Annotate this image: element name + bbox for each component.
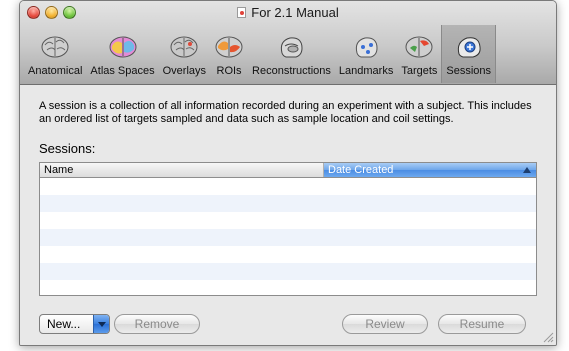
review-button[interactable]: Review xyxy=(342,314,428,334)
tab-overlays-label: Overlays xyxy=(162,65,207,77)
tab-anatomical-label: Anatomical xyxy=(28,65,83,77)
sessions-description: A session is a collection of all informa… xyxy=(39,100,532,125)
table-row[interactable] xyxy=(40,195,536,212)
sessions-table[interactable]: Name Date Created xyxy=(39,162,537,296)
sessions-pane: A session is a collection of all informa… xyxy=(20,86,556,345)
tab-targets[interactable]: Targets xyxy=(397,25,441,83)
titlebar: For 2.1 Manual Anatomical Atlas Spaces O… xyxy=(20,1,556,85)
head-reconstruction-icon xyxy=(281,37,303,58)
chevron-down-icon[interactable] xyxy=(93,315,109,333)
tab-rois[interactable]: ROIs xyxy=(210,25,248,83)
tab-landmarks-label: Landmarks xyxy=(338,65,394,77)
brain-colored-icon xyxy=(109,36,137,58)
resume-button[interactable]: Resume xyxy=(438,314,526,334)
sessions-icon xyxy=(457,37,481,58)
head-landmarks-icon xyxy=(355,37,378,58)
resize-grip-icon[interactable] xyxy=(543,332,554,343)
tab-sessions-label: Sessions xyxy=(446,65,492,77)
table-row[interactable] xyxy=(40,246,536,263)
tab-targets-label: Targets xyxy=(401,65,438,77)
table-row[interactable] xyxy=(40,263,536,280)
table-row[interactable] xyxy=(40,212,536,229)
tab-anatomical[interactable]: Anatomical xyxy=(24,25,86,83)
column-header-date-created[interactable]: Date Created xyxy=(324,163,536,177)
brain-targets-icon xyxy=(405,36,433,58)
preferences-window: For 2.1 Manual Anatomical Atlas Spaces O… xyxy=(19,0,557,346)
table-header: Name Date Created xyxy=(40,163,536,178)
tab-sessions[interactable]: Sessions xyxy=(441,25,497,83)
brain-roi-icon xyxy=(215,36,243,58)
sessions-heading: Sessions: xyxy=(39,141,96,156)
window-title: For 2.1 Manual xyxy=(20,5,556,20)
new-session-popup[interactable]: New... xyxy=(39,314,110,334)
tab-atlas-spaces[interactable]: Atlas Spaces xyxy=(86,25,158,83)
remove-button[interactable]: Remove xyxy=(114,314,200,334)
tab-landmarks[interactable]: Landmarks xyxy=(335,25,397,83)
tab-reconstructions-label: Reconstructions xyxy=(252,65,331,77)
column-header-date-created-label: Date Created xyxy=(328,164,394,176)
document-icon xyxy=(237,7,247,18)
sort-ascending-icon xyxy=(523,167,531,173)
tab-atlas-spaces-label: Atlas Spaces xyxy=(90,65,155,77)
window-title-text: For 2.1 Manual xyxy=(251,5,339,20)
table-row[interactable] xyxy=(40,178,536,195)
table-row[interactable] xyxy=(40,280,536,295)
new-session-popup-label: New... xyxy=(47,317,81,331)
tab-reconstructions[interactable]: Reconstructions xyxy=(248,25,335,83)
column-header-name[interactable]: Name xyxy=(40,163,324,177)
table-row[interactable] xyxy=(40,229,536,246)
brain-gray-icon xyxy=(170,36,198,58)
brain-gray-icon xyxy=(41,36,69,58)
toolbar: Anatomical Atlas Spaces Overlays ROIs Re… xyxy=(24,25,497,83)
tab-overlays[interactable]: Overlays xyxy=(159,25,210,83)
tab-rois-label: ROIs xyxy=(216,65,242,77)
